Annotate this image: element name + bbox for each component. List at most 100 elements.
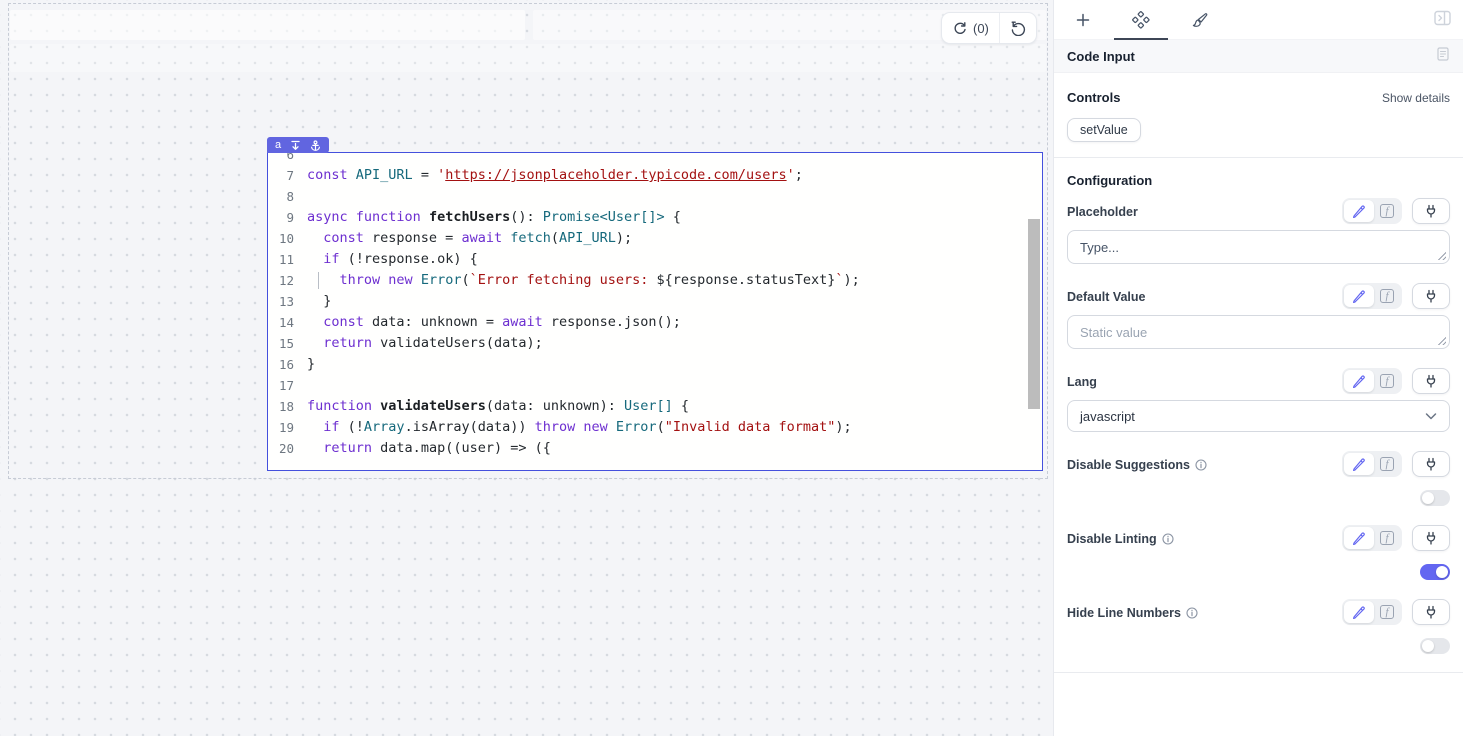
bind-data-button[interactable]	[1412, 283, 1450, 309]
selected-widget-bar: Code Input	[1054, 40, 1463, 73]
controls-actions: setValue	[1067, 118, 1450, 142]
bottom-divider	[1054, 672, 1463, 673]
plug-icon	[1423, 373, 1439, 389]
code-line: 16}	[268, 354, 1042, 375]
disable-suggestions-toggle[interactable]	[1420, 490, 1450, 506]
plug-icon	[1423, 456, 1439, 472]
code-lines: 67const API_URL = 'https://jsonplacehold…	[268, 153, 1042, 459]
static-mode-button[interactable]	[1344, 200, 1374, 222]
code-line: 19 if (!Array.isArray(data)) throw new E…	[268, 417, 1042, 438]
panel-tabs	[1054, 0, 1463, 40]
code-editor[interactable]: 67const API_URL = 'https://jsonplacehold…	[268, 153, 1042, 470]
disable-linting-label: Disable Linting	[1067, 532, 1174, 551]
chevron-down-icon	[1425, 412, 1437, 420]
fx-mode-button[interactable]: f	[1374, 370, 1400, 392]
placeholder-input[interactable]: Type...	[1067, 230, 1450, 264]
controls-section-header: Controls Show details	[1067, 90, 1450, 105]
plus-icon	[1075, 12, 1091, 28]
refresh-button[interactable]: (0)	[942, 13, 999, 43]
code-line: 8	[268, 186, 1042, 207]
fx-icon: f	[1380, 457, 1394, 471]
components-icon	[1132, 11, 1150, 29]
collapse-panel-icon	[1434, 10, 1451, 26]
pencil-icon	[1351, 288, 1367, 304]
resize-grip[interactable]	[1437, 336, 1446, 345]
fx-mode-button[interactable]: f	[1374, 601, 1400, 623]
value-mode-segment: f	[1342, 283, 1402, 309]
setvalue-action-button[interactable]: setValue	[1067, 118, 1141, 142]
code-line: 10 const response = await fetch(API_URL)…	[268, 228, 1042, 249]
disable-suggestions-label: Disable Suggestions	[1067, 458, 1207, 477]
info-icon[interactable]	[1186, 607, 1198, 619]
fx-mode-button[interactable]: f	[1374, 453, 1400, 475]
pencil-icon	[1351, 530, 1367, 546]
toggle-knob	[1422, 492, 1434, 504]
plug-icon	[1423, 604, 1439, 620]
lang-select[interactable]: javascript	[1067, 400, 1450, 432]
bind-data-button[interactable]	[1412, 368, 1450, 394]
bind-data-button[interactable]	[1412, 525, 1450, 551]
controls-title: Controls	[1067, 90, 1120, 105]
inspector-panel: Code Input Controls Show details setValu…	[1053, 0, 1463, 736]
info-icon[interactable]	[1162, 533, 1174, 545]
toggle-knob	[1422, 640, 1434, 652]
static-mode-button[interactable]	[1344, 370, 1374, 392]
widget-name-chip[interactable]: a	[267, 137, 329, 153]
selected-widget-title: Code Input	[1067, 49, 1135, 64]
fx-mode-button[interactable]: f	[1374, 285, 1400, 307]
app-canvas[interactable]: (0) a 67const API_URL = 'https://jsonpla…	[0, 0, 1053, 736]
refresh-count: (0)	[973, 21, 989, 36]
static-mode-button[interactable]	[1344, 453, 1374, 475]
bind-data-button[interactable]	[1412, 198, 1450, 224]
bind-data-button[interactable]	[1412, 451, 1450, 477]
history-button[interactable]	[1000, 13, 1036, 43]
value-mode-segment: f	[1342, 368, 1402, 394]
code-line: 7const API_URL = 'https://jsonplaceholde…	[268, 165, 1042, 186]
anchor-icon[interactable]	[310, 140, 321, 151]
lang-select-value: javascript	[1080, 409, 1135, 424]
placeholder-label: Placeholder	[1067, 205, 1138, 224]
static-mode-button[interactable]	[1344, 527, 1374, 549]
section-divider	[1054, 157, 1463, 158]
disable-linting-toggle[interactable]	[1420, 564, 1450, 580]
history-icon	[1010, 21, 1026, 36]
refresh-icon	[952, 21, 967, 36]
fx-mode-button[interactable]: f	[1374, 200, 1400, 222]
code-line: 17	[268, 375, 1042, 396]
placeholder-input-value: Type...	[1080, 240, 1119, 255]
collapse-panel-button[interactable]	[1434, 10, 1451, 31]
fx-mode-button[interactable]: f	[1374, 527, 1400, 549]
fx-icon: f	[1380, 531, 1394, 545]
code-input-widget[interactable]: a 67const API_URL = 'https://jsonplaceho…	[267, 152, 1043, 471]
widget-doc-icon[interactable]	[1436, 47, 1450, 66]
toggle-knob	[1436, 566, 1448, 578]
code-line: 13 }	[268, 291, 1042, 312]
bind-data-button[interactable]	[1412, 599, 1450, 625]
resize-grip[interactable]	[1437, 251, 1446, 260]
tab-styles[interactable]	[1170, 0, 1228, 39]
fx-icon: f	[1380, 204, 1394, 218]
editor-scrollbar[interactable]	[1028, 219, 1040, 409]
plug-icon	[1423, 530, 1439, 546]
configuration-title: Configuration	[1067, 173, 1450, 188]
pencil-icon	[1351, 203, 1367, 219]
canvas-action-bar: (0)	[941, 12, 1037, 44]
code-line: 9async function fetchUsers(): Promise<Us…	[268, 207, 1042, 228]
code-line: 20 return data.map((user) => ({	[268, 438, 1042, 459]
tab-add-component[interactable]	[1054, 0, 1112, 39]
config-row-disable-linting: Disable Linting f	[1067, 525, 1450, 580]
static-mode-button[interactable]	[1344, 285, 1374, 307]
static-mode-button[interactable]	[1344, 601, 1374, 623]
hide-line-numbers-toggle[interactable]	[1420, 638, 1450, 654]
default-value-input[interactable]: Static value	[1067, 315, 1450, 349]
code-line: 12 throw new Error(`Error fetching users…	[268, 270, 1042, 291]
default-value-input-value: Static value	[1080, 325, 1147, 340]
default-value-label: Default Value	[1067, 290, 1146, 309]
info-icon[interactable]	[1195, 459, 1207, 471]
pencil-icon	[1351, 604, 1367, 620]
value-mode-segment: f	[1342, 198, 1402, 224]
tab-properties[interactable]	[1112, 0, 1170, 39]
show-details-link[interactable]: Show details	[1382, 91, 1450, 105]
value-mode-segment: f	[1342, 451, 1402, 477]
move-down-icon[interactable]	[290, 140, 301, 151]
